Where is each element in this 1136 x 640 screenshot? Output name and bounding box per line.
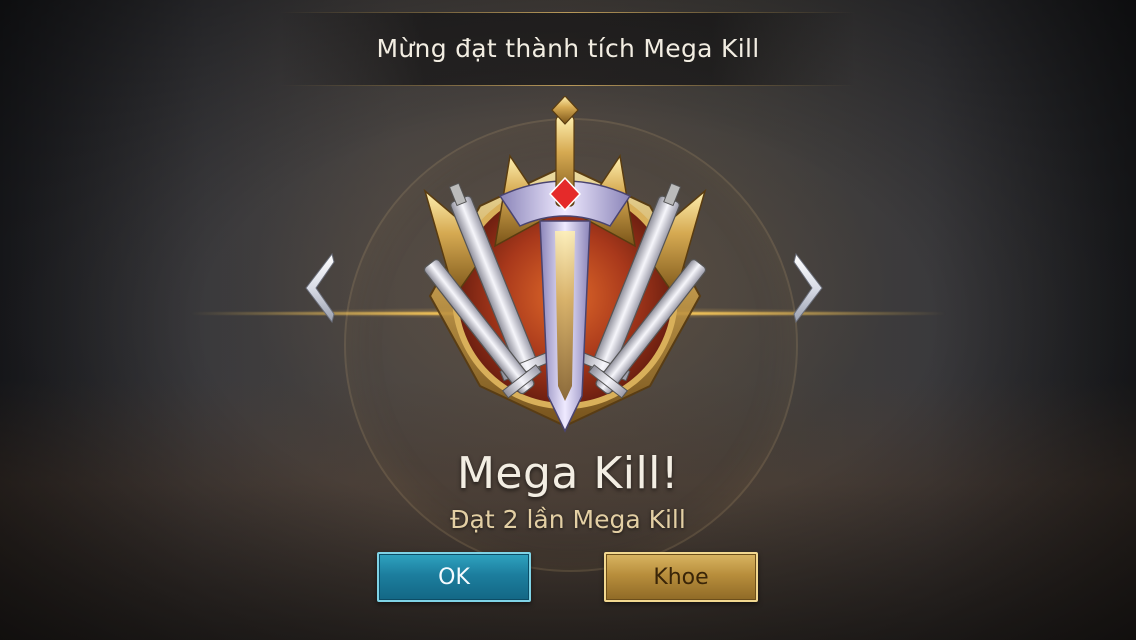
- title-banner: Mừng đạt thành tích Mega Kill: [280, 12, 856, 86]
- title-divider-bottom: [280, 85, 856, 86]
- crossed-swords-badge-icon: [423, 95, 707, 433]
- ok-button[interactable]: OK: [377, 552, 531, 602]
- page-title: Mừng đạt thành tích Mega Kill: [376, 34, 760, 63]
- achievement-emblem: [400, 95, 730, 441]
- chevron-left-icon: [305, 252, 335, 324]
- chevron-right-icon: [793, 252, 823, 324]
- prev-achievement-button[interactable]: [298, 250, 338, 326]
- share-button[interactable]: Khoe: [604, 552, 758, 602]
- title-divider-top: [280, 12, 856, 13]
- achievement-title: Mega Kill!: [456, 448, 680, 499]
- next-achievement-button[interactable]: [790, 250, 830, 326]
- achievement-description: Đạt 2 lần Mega Kill: [450, 505, 686, 534]
